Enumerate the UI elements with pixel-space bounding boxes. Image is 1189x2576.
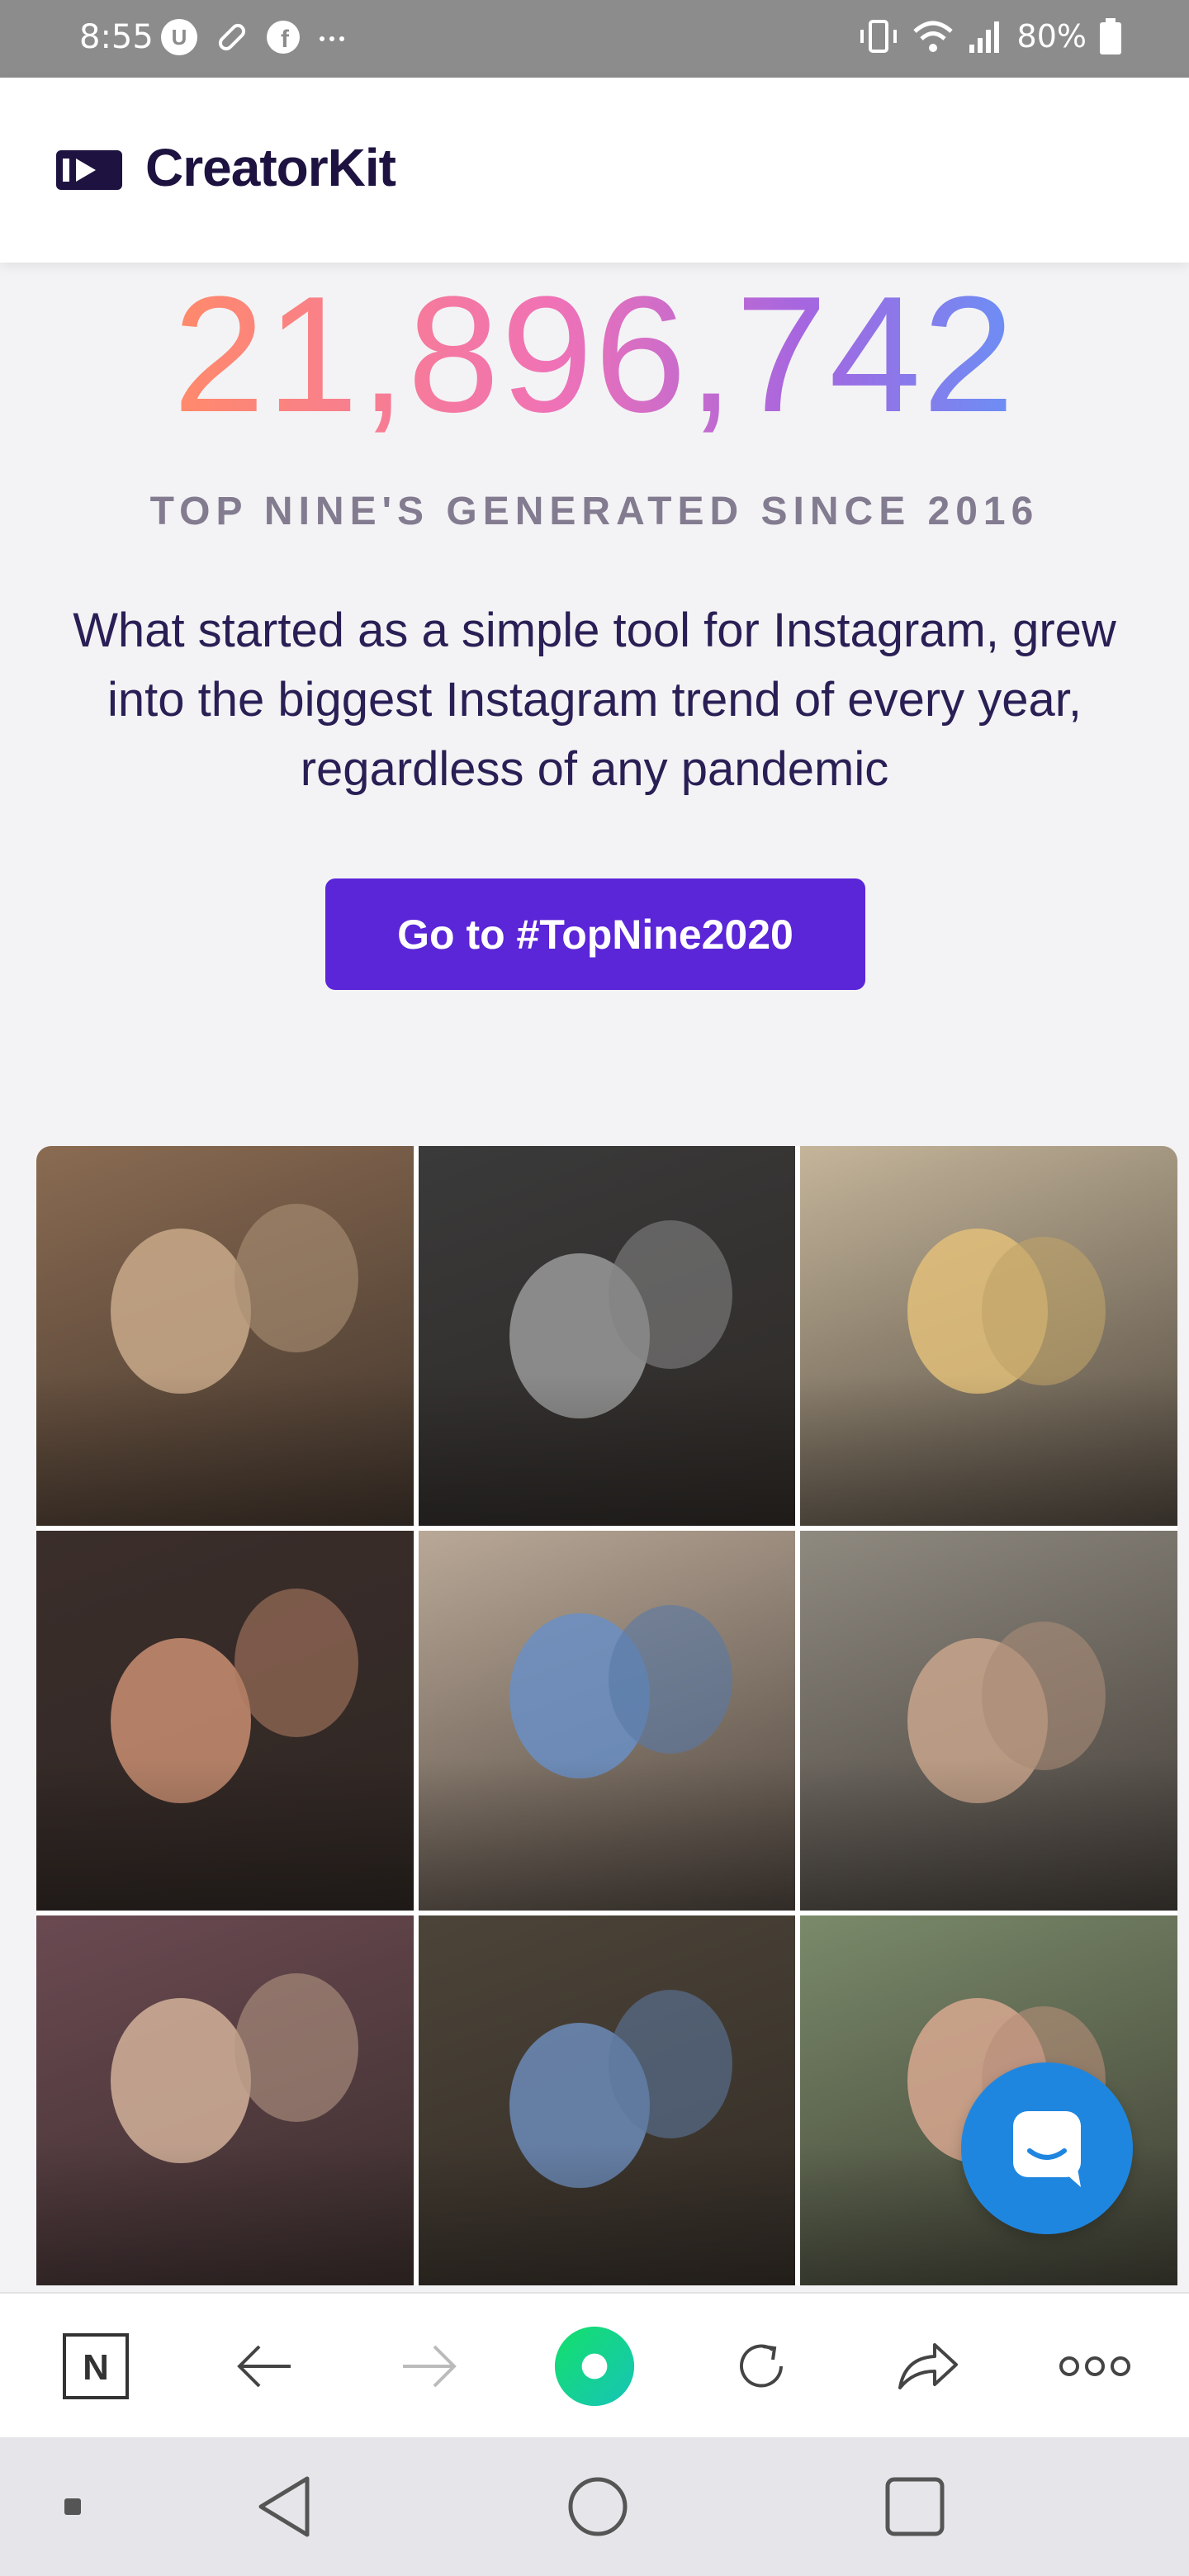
u-badge-icon: U — [161, 19, 197, 55]
share-icon — [898, 2343, 958, 2389]
n-tab-icon: N — [63, 2333, 129, 2399]
brand-name[interactable]: CreatorKit — [145, 137, 396, 198]
photo-figure — [982, 1237, 1106, 1385]
signal-icon — [969, 21, 999, 53]
refresh-button[interactable] — [720, 2325, 803, 2408]
grid-photo[interactable] — [418, 1146, 796, 1526]
photo-shade — [418, 1374, 796, 1526]
grid-photo[interactable] — [36, 1146, 414, 1526]
grid-photo[interactable] — [36, 1531, 414, 1911]
go-to-topnine-button[interactable]: Go to #TopNine2020 — [325, 878, 865, 990]
forward-button[interactable] — [388, 2325, 471, 2408]
photo-shade — [36, 1374, 414, 1526]
chat-button[interactable] — [961, 2062, 1133, 2234]
vibrate-icon — [860, 20, 897, 53]
chat-bubble-icon — [1013, 2111, 1081, 2187]
photo-figure — [608, 1605, 732, 1754]
photo-shade — [418, 1759, 796, 1911]
counter-subtitle: TOP NINE'S GENERATED SINCE 2016 — [149, 490, 1040, 533]
browser-toolbar: N — [0, 2292, 1189, 2437]
more-dots-icon — [320, 36, 344, 41]
home-circle-icon — [554, 2326, 635, 2407]
system-nav-bar — [0, 2437, 1189, 2576]
grid-photo[interactable] — [418, 1531, 796, 1911]
counter-value: 21,896,742 — [173, 263, 1016, 447]
photo-figure — [111, 1998, 251, 2163]
status-right-icons: 80% — [857, 17, 1123, 56]
generated-counter: 21,896,742 — [0, 272, 1189, 438]
photo-figure — [982, 1622, 1106, 1770]
svg-text:N: N — [83, 2347, 109, 2388]
photo-shade — [36, 2143, 414, 2285]
intro-description: What started as a simple tool for Instag… — [73, 604, 1116, 796]
nav-home-icon — [568, 2477, 628, 2536]
site-header: CreatorKit — [0, 78, 1189, 263]
forward-arrow-icon — [403, 2345, 457, 2388]
photo-shade — [36, 1759, 414, 1911]
back-button[interactable] — [223, 2325, 306, 2408]
photo-figure — [111, 1229, 251, 1394]
photo-shade — [418, 2143, 796, 2285]
photo-figure — [608, 1220, 732, 1369]
nav-home-button[interactable] — [555, 2464, 641, 2550]
more-icon — [1059, 2356, 1130, 2376]
nav-recents-button[interactable] — [872, 2464, 958, 2550]
status-left-icons: U f — [159, 17, 348, 58]
photo-figure — [234, 1204, 358, 1352]
small-square-icon — [64, 2498, 81, 2515]
photo-figure — [234, 1589, 358, 1737]
svg-text:U: U — [172, 25, 187, 50]
photo-figure — [234, 1973, 358, 2122]
battery-percent: 80% — [1016, 18, 1087, 54]
photo-figure — [608, 1990, 732, 2138]
nav-back-icon — [258, 2476, 310, 2537]
pill-icon — [218, 23, 246, 51]
facebook-icon: f — [267, 21, 300, 54]
share-button[interactable] — [887, 2325, 969, 2408]
nav-back-button[interactable] — [241, 2464, 327, 2550]
grid-photo[interactable] — [36, 1915, 414, 2285]
status-bar: 8:55 U f 80% — [0, 0, 1189, 78]
creatorkit-logo-icon[interactable] — [56, 147, 122, 193]
photo-shade — [800, 1759, 1177, 1911]
refresh-icon — [740, 2344, 783, 2388]
tab-switcher-button[interactable]: N — [54, 2325, 137, 2408]
more-menu-button[interactable] — [1054, 2325, 1136, 2408]
battery-icon — [1100, 18, 1121, 54]
nav-small-square-button[interactable] — [30, 2464, 116, 2550]
nav-recents-icon — [885, 2477, 945, 2536]
photo-shade — [800, 1374, 1177, 1526]
wifi-icon — [912, 21, 953, 52]
status-time: 8:55 — [79, 18, 154, 56]
grid-photo[interactable] — [418, 1915, 796, 2285]
grid-photo[interactable] — [800, 1146, 1177, 1526]
svg-text:f: f — [281, 26, 290, 53]
grid-photo[interactable] — [800, 1531, 1177, 1911]
home-button[interactable] — [553, 2325, 636, 2408]
back-arrow-icon — [237, 2345, 291, 2388]
